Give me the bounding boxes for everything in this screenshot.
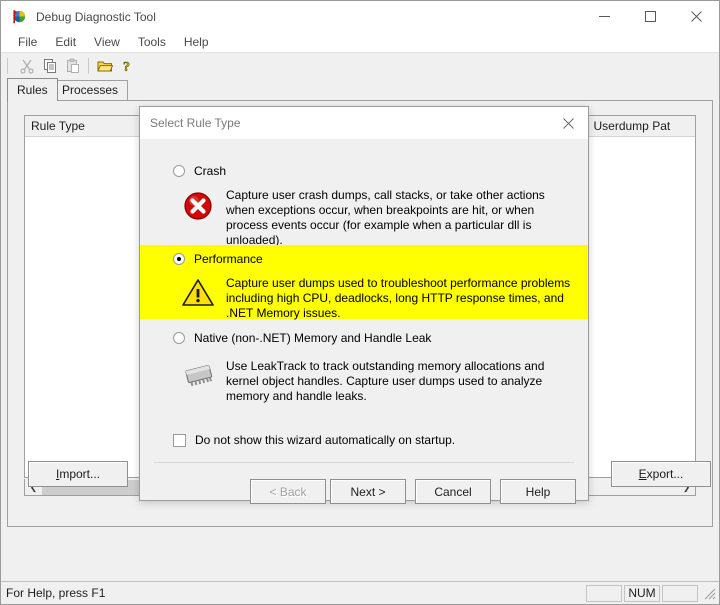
dialog-title-bar: Select Rule Type bbox=[140, 107, 588, 139]
radio-label-performance: Performance bbox=[194, 252, 263, 266]
next-button[interactable]: Next > bbox=[330, 479, 406, 504]
menu-help[interactable]: Help bbox=[175, 33, 218, 51]
menu-view[interactable]: View bbox=[85, 33, 129, 51]
status-bar: For Help, press F1 NUM bbox=[1, 581, 719, 604]
minimize-button[interactable] bbox=[581, 1, 627, 32]
radio-crash[interactable] bbox=[173, 165, 185, 177]
tab-rules[interactable]: Rules bbox=[7, 78, 58, 101]
tab-processes[interactable]: Processes bbox=[52, 80, 129, 100]
toolbar-separator bbox=[88, 57, 89, 74]
dialog-help-button[interactable]: Help bbox=[500, 479, 576, 504]
option-performance[interactable]: Performance Capture user dumps used to t… bbox=[140, 245, 588, 321]
debug-diagnostic-tool-window: Debug Diagnostic Tool File Edit View Too… bbox=[0, 0, 720, 605]
description-performance: Capture user dumps used to troubleshoot … bbox=[140, 276, 588, 321]
radio-row-performance[interactable]: Performance bbox=[140, 245, 588, 268]
description-text-native: Use LeakTrack to track outstanding memor… bbox=[226, 359, 545, 403]
menu-edit[interactable]: Edit bbox=[46, 33, 85, 51]
dialog-body: Crash Capture user crash dumps, call sta… bbox=[140, 139, 588, 504]
status-message: For Help, press F1 bbox=[6, 586, 106, 600]
do-not-show-wizard-checkbox-row[interactable]: Do not show this wizard automatically on… bbox=[173, 433, 455, 447]
svg-text:?: ? bbox=[123, 60, 130, 74]
status-panel-3 bbox=[662, 584, 698, 602]
menu-bar: File Edit View Tools Help bbox=[1, 32, 719, 53]
export-button[interactable]: Export... bbox=[611, 461, 711, 487]
description-crash: Capture user crash dumps, call stacks, o… bbox=[140, 188, 588, 248]
open-button[interactable] bbox=[93, 55, 116, 77]
option-crash[interactable]: Crash Capture user crash dumps, call sta… bbox=[140, 162, 588, 247]
maximize-button[interactable] bbox=[627, 1, 673, 32]
description-text-performance: Capture user dumps used to troubleshoot … bbox=[226, 276, 571, 320]
title-bar: Debug Diagnostic Tool bbox=[1, 1, 719, 32]
paste-icon bbox=[66, 58, 79, 73]
menu-tools[interactable]: Tools bbox=[129, 33, 175, 51]
memory-chip-icon bbox=[182, 359, 220, 404]
dialog-close-button[interactable] bbox=[548, 108, 588, 139]
copy-button[interactable] bbox=[38, 55, 61, 77]
menu-file[interactable]: File bbox=[9, 33, 46, 51]
close-button[interactable] bbox=[673, 1, 719, 32]
back-button[interactable]: < Back bbox=[250, 479, 326, 504]
column-userdump-path[interactable]: Userdump Pat bbox=[588, 116, 696, 136]
description-text-crash: Capture user crash dumps, call stacks, o… bbox=[226, 188, 545, 247]
paste-button[interactable] bbox=[61, 55, 84, 77]
radio-native-memory-leak[interactable] bbox=[173, 332, 185, 344]
cut-button[interactable] bbox=[15, 55, 38, 77]
radio-label-native: Native (non-.NET) Memory and Handle Leak bbox=[194, 331, 432, 345]
option-native-memory-leak[interactable]: Native (non-.NET) Memory and Handle Leak bbox=[140, 329, 588, 409]
radio-label-crash: Crash bbox=[194, 164, 227, 178]
help-question-icon: ? bbox=[122, 59, 130, 74]
window-controls bbox=[581, 1, 719, 32]
description-native: Use LeakTrack to track outstanding memor… bbox=[140, 359, 588, 404]
toolbar-grip bbox=[7, 57, 11, 74]
dialog-separator bbox=[154, 462, 574, 463]
copy-icon bbox=[43, 58, 56, 73]
import-button[interactable]: Import... bbox=[28, 461, 128, 487]
warning-triangle-icon bbox=[182, 276, 220, 321]
open-folder-icon bbox=[96, 61, 113, 71]
toolbar: ? bbox=[1, 53, 719, 78]
status-panels: NUM bbox=[584, 584, 719, 602]
resize-grip[interactable] bbox=[702, 586, 716, 600]
debug-diagnostic-icon bbox=[10, 9, 26, 25]
dialog-title: Select Rule Type bbox=[150, 116, 241, 130]
status-panel-1 bbox=[586, 584, 622, 602]
cut-icon bbox=[19, 59, 34, 74]
radio-row-crash[interactable]: Crash bbox=[140, 162, 588, 180]
radio-row-native[interactable]: Native (non-.NET) Memory and Handle Leak bbox=[140, 329, 588, 347]
radio-performance[interactable] bbox=[173, 253, 185, 265]
do-not-show-wizard-checkbox[interactable] bbox=[173, 433, 186, 447]
select-rule-type-dialog: Select Rule Type Crash Capture user cras… bbox=[139, 106, 589, 504]
do-not-show-wizard-label: Do not show this wizard automatically on… bbox=[195, 433, 456, 447]
cancel-button[interactable]: Cancel bbox=[415, 479, 491, 504]
help-button[interactable]: ? bbox=[116, 55, 139, 77]
status-panel-num: NUM bbox=[624, 584, 660, 602]
error-circle-icon bbox=[182, 188, 220, 248]
window-title: Debug Diagnostic Tool bbox=[36, 9, 156, 24]
tab-strip: Rules Processes bbox=[1, 78, 719, 101]
